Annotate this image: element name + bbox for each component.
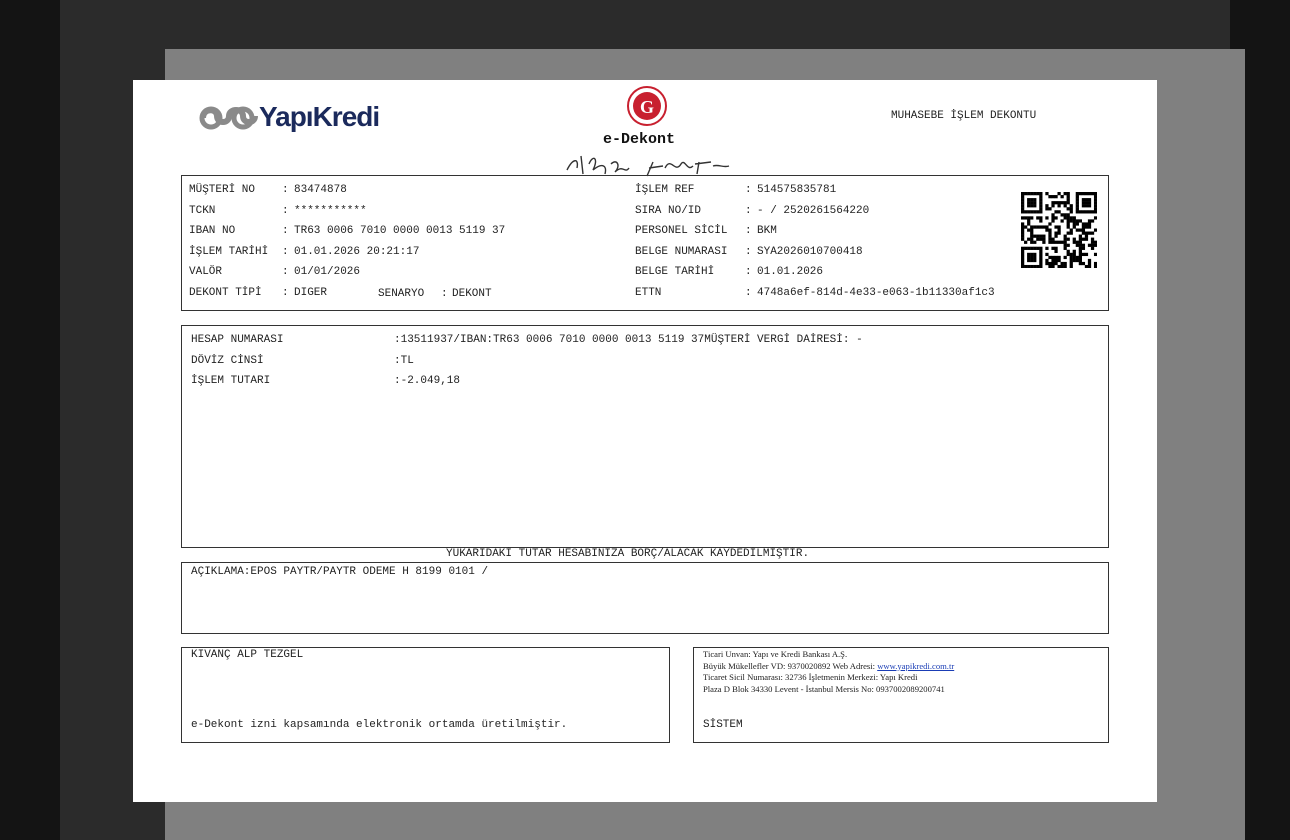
svg-text:G: G [640,97,654,117]
account-row-label: İŞLEM TUTARI [191,375,271,388]
info-right-row-colon: : [745,225,752,238]
qr-code[interactable] [1021,192,1097,268]
account-row-value: :TL [394,354,414,367]
info-right-row-label: BELGE NUMARASI [635,245,728,258]
info-right-row-value: 514575835781 [757,184,837,196]
info-right-row-label: İŞLEM REF [635,184,695,196]
info-left-row-label: IBAN NO [189,225,236,238]
yapikredi-symbol-icon [199,106,258,130]
info-left-row-colon: : [282,287,289,299]
info-right-row-colon: : [745,204,752,217]
info-left-row-label: TCKN [189,204,216,217]
document-title: MUHASEBE İŞLEM DEKONTU [891,110,1037,122]
bank-address-info: Plaza D Blok 34330 Levent - İstanbul Mer… [703,683,945,694]
info-right-row-label: ETTN [635,287,662,299]
info-right-row-value: 4748a6ef-814d-4e33-e063-1b11330af1c3 [757,287,995,299]
account-row-label: DÖVİZ CİNSİ [191,354,264,367]
info-left-row-colon: : [282,204,289,217]
info-left-row-value: 01.01.2026 20:21:17 [294,245,420,258]
account-row-label: HESAP NUMARASI [191,334,284,346]
bank-website-link[interactable]: www.yapikredi.com.tr [877,661,954,671]
customer-name: KIVANÇ ALP TEZGEL [191,649,304,661]
info-right-row-colon: : [745,184,752,196]
info-left-row-colon: : [282,266,289,279]
scenario-colon: : [441,288,448,300]
info-right-row-value: BKM [757,225,777,238]
info-right-row-value: 01.01.2026 [757,266,824,279]
info-left-row-value: *********** [294,204,367,217]
account-box [181,325,1109,548]
info-right-row-label: SIRA NO/ID [635,204,702,217]
bank-trade-name: Ticari Unvan: Yapı ve Kredi Bankası A.Ş. [703,649,848,659]
info-left-row-value: 83474878 [294,184,347,196]
info-left-row-value: 01/01/2026 [294,266,361,279]
info-right-row-value: SYA2026010700418 [757,245,863,258]
info-left-row-colon: : [282,225,289,238]
scenario-value: DEKONT [452,288,492,300]
info-left-row-label: İŞLEM TARİHİ [189,245,269,258]
info-right-row-label: PERSONEL SİCİL [635,225,728,238]
booking-notice: YUKARIDAKİ TUTAR HESABINIZA BORÇ/ALACAK … [446,548,810,560]
electronic-notice: e-Dekont izni kapsamında elektronik orta… [191,719,568,731]
info-right-row-colon: : [745,287,752,299]
description-text: AÇIKLAMA:EPOS PAYTR/PAYTR ODEME H 8199 0… [191,566,489,578]
yapikredi-logo: YapıKredi [199,100,389,136]
info-right-row-colon: : [745,245,752,258]
scenario-label: SENARYO [378,288,425,300]
brand-name: YapıKredi [259,101,380,132]
account-row-value: :-2.049,18 [394,375,461,388]
receipt-page: YapıKredi G e-Dekont MUHASEBE İŞLEM DEKO… [133,80,1157,802]
info-left-row-label: VALÖR [189,266,223,279]
info-left-row-label: DEKONT TİPİ [189,287,262,299]
signer-name: SİSTEM [703,719,743,731]
info-left-row-label: MÜŞTERİ NO [189,184,256,196]
info-right-row-colon: : [745,266,752,279]
info-left-row-value: DIGER [294,287,328,299]
info-left-row-colon: : [282,184,289,196]
info-right-row-value: - / 2520261564220 [757,204,870,217]
info-right-row-label: BELGE TARİHİ [635,266,715,279]
bank-tax-text: Büyük Mükellefler VD: 9370020892 Web Adr… [703,660,878,671]
info-left-row-value: TR63 0006 7010 0000 0013 5119 37 [294,225,506,238]
bank-seal-icon: G [627,86,667,126]
info-left-row-colon: : [282,245,289,258]
account-row-value: :13511937/IBAN:TR63 0006 7010 0000 0013 … [394,334,863,346]
bank-registry-info: Ticaret Sicil Numarası: 32736 İşletmenin… [703,672,918,682]
bank-tax-info: Büyük Mükellefler VD: 9370020892 Web Adr… [703,661,954,673]
